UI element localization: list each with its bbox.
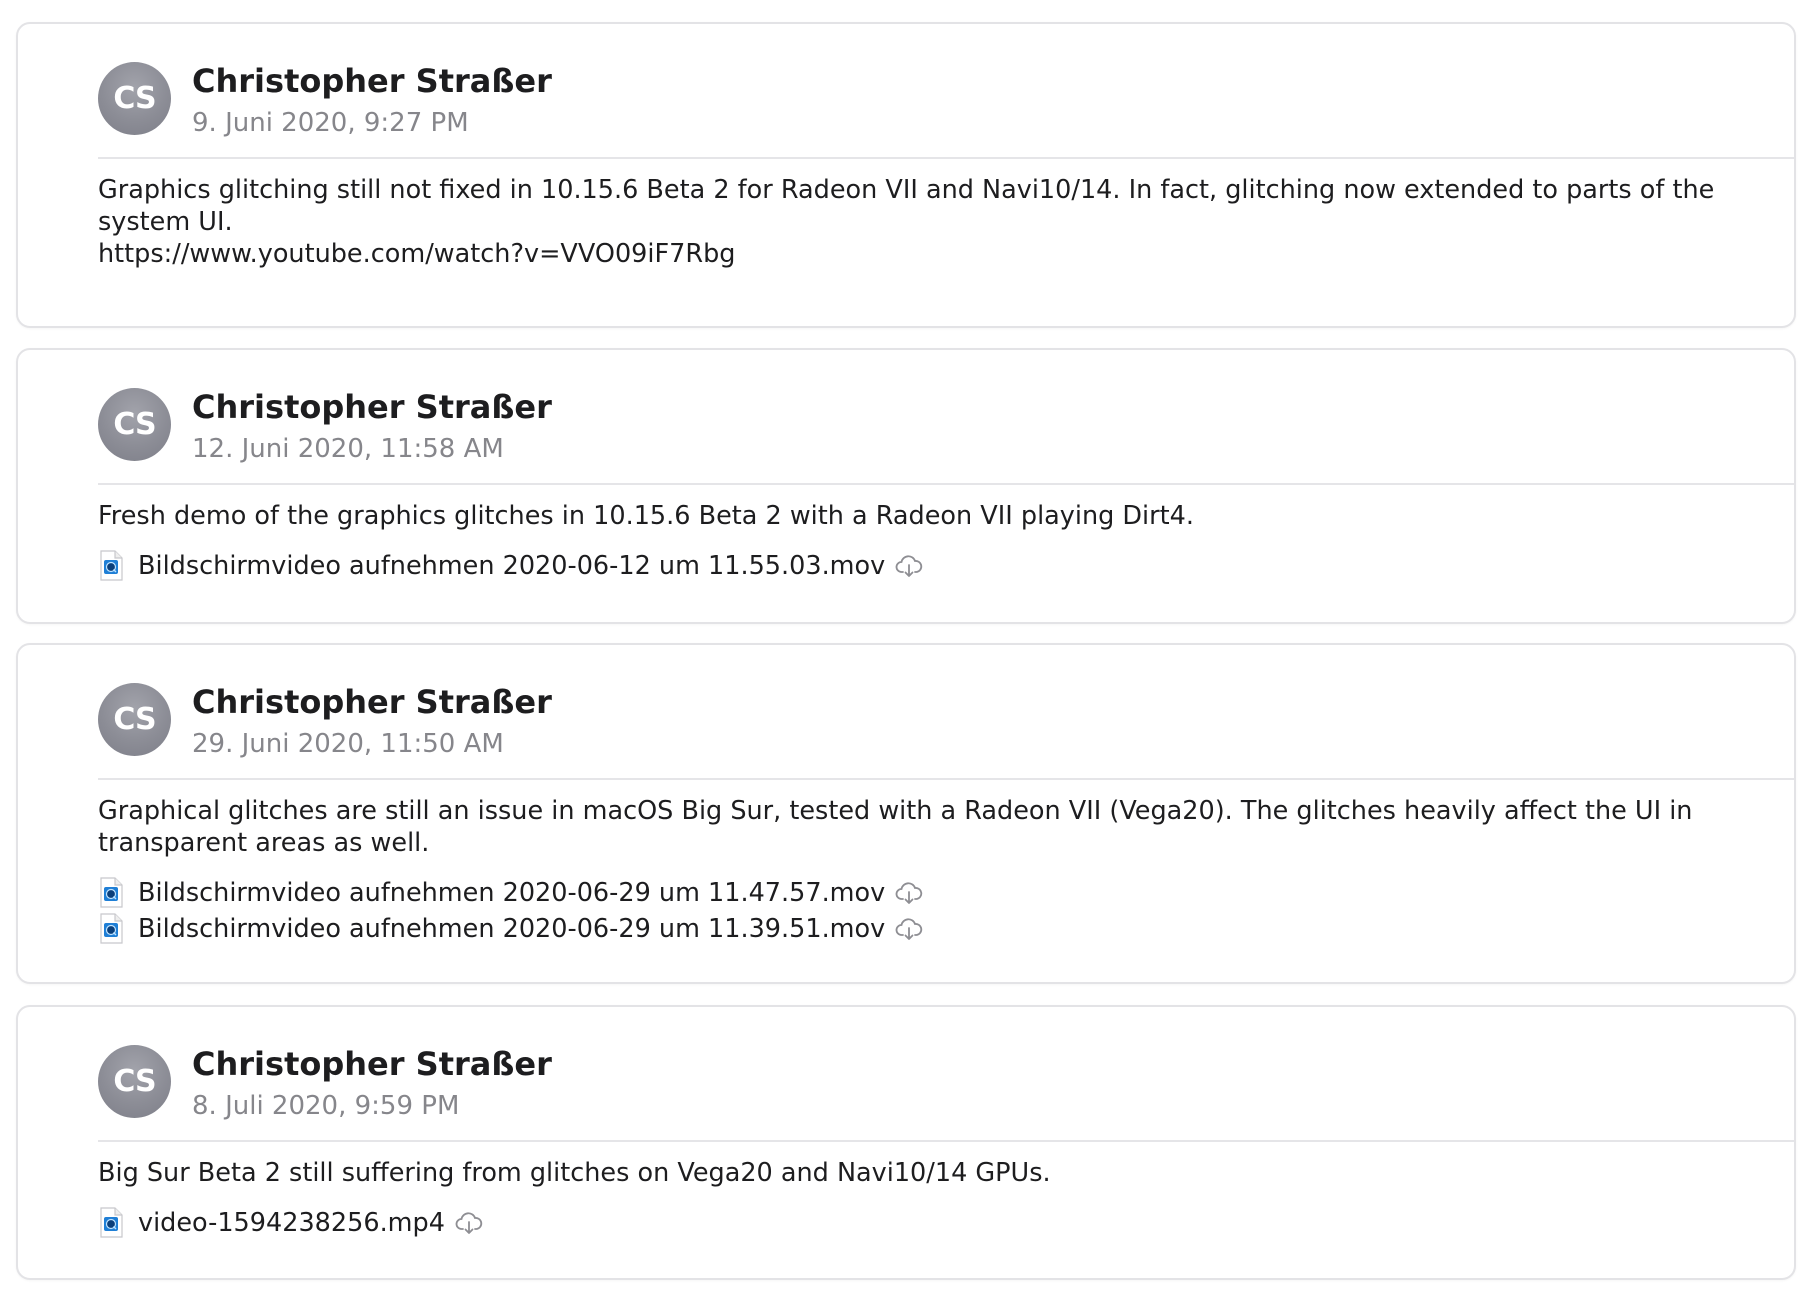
attachment-list: Bildschirmvideo aufnehmen 2020-06-29 um … bbox=[98, 875, 923, 947]
post-body: Fresh demo of the graphics glitches in 1… bbox=[98, 500, 1628, 532]
attachment-name[interactable]: Bildschirmvideo aufnehmen 2020-06-29 um … bbox=[138, 878, 885, 908]
attachment-list: Bildschirmvideo aufnehmen 2020-06-12 um … bbox=[98, 548, 923, 584]
post-header: CS Christopher Straßer 12. Juni 2020, 11… bbox=[98, 388, 1794, 488]
cloud-download-icon[interactable] bbox=[895, 915, 923, 943]
post-card: CS Christopher Straßer 9. Juni 2020, 9:2… bbox=[16, 22, 1796, 328]
cloud-download-icon[interactable] bbox=[895, 552, 923, 580]
attachment-list: video-1594238256.mp4 bbox=[98, 1205, 483, 1241]
header-divider bbox=[98, 778, 1794, 780]
post-header: CS Christopher Straßer 8. Juli 2020, 9:5… bbox=[98, 1045, 1794, 1145]
author-name: Christopher Straßer bbox=[192, 1045, 552, 1083]
author-name: Christopher Straßer bbox=[192, 388, 552, 426]
header-divider bbox=[98, 1140, 1794, 1142]
post-date: 12. Juni 2020, 11:58 AM bbox=[192, 434, 504, 464]
quicktime-file-icon bbox=[100, 550, 123, 581]
header-divider bbox=[98, 483, 1794, 485]
body-line: Big Sur Beta 2 still suffering from glit… bbox=[98, 1158, 1051, 1188]
attachment-name[interactable]: Bildschirmvideo aufnehmen 2020-06-12 um … bbox=[138, 551, 885, 581]
body-line: Graphics glitching still not fixed in 10… bbox=[98, 175, 1715, 205]
author-name: Christopher Straßer bbox=[192, 62, 552, 100]
post-body: Big Sur Beta 2 still suffering from glit… bbox=[98, 1157, 1628, 1189]
quicktime-file-icon bbox=[100, 877, 123, 908]
header-divider bbox=[98, 157, 1794, 159]
quicktime-file-icon bbox=[100, 913, 123, 944]
quicktime-file-icon bbox=[100, 1207, 123, 1238]
body-line: Graphical glitches are still an issue in… bbox=[98, 796, 1693, 826]
post-date: 9. Juni 2020, 9:27 PM bbox=[192, 108, 469, 138]
post-card: CS Christopher Straßer 12. Juni 2020, 11… bbox=[16, 348, 1796, 624]
avatar: CS bbox=[98, 388, 171, 461]
attachment-item[interactable]: Bildschirmvideo aufnehmen 2020-06-12 um … bbox=[98, 548, 923, 584]
avatar: CS bbox=[98, 1045, 171, 1118]
post-card: CS Christopher Straßer 29. Juni 2020, 11… bbox=[16, 643, 1796, 984]
avatar: CS bbox=[98, 683, 171, 756]
author-name: Christopher Straßer bbox=[192, 683, 552, 721]
attachment-item[interactable]: video-1594238256.mp4 bbox=[98, 1205, 483, 1241]
attachment-item[interactable]: Bildschirmvideo aufnehmen 2020-06-29 um … bbox=[98, 911, 923, 947]
attachment-name[interactable]: video-1594238256.mp4 bbox=[138, 1208, 445, 1238]
post-body: Graphical glitches are still an issue in… bbox=[98, 795, 1693, 859]
body-line: transparent areas as well. bbox=[98, 828, 430, 858]
body-link[interactable]: https://www.youtube.com/watch?v=VVO09iF7… bbox=[98, 238, 1628, 270]
post-card: CS Christopher Straßer 8. Juli 2020, 9:5… bbox=[16, 1005, 1796, 1280]
cloud-download-icon[interactable] bbox=[455, 1209, 483, 1237]
post-date: 29. Juni 2020, 11:50 AM bbox=[192, 729, 504, 759]
post-header: CS Christopher Straßer 9. Juni 2020, 9:2… bbox=[98, 62, 1794, 162]
body-line: Fresh demo of the graphics glitches in 1… bbox=[98, 501, 1194, 531]
avatar: CS bbox=[98, 62, 171, 135]
attachment-item[interactable]: Bildschirmvideo aufnehmen 2020-06-29 um … bbox=[98, 875, 923, 911]
cloud-download-icon[interactable] bbox=[895, 879, 923, 907]
attachment-name[interactable]: Bildschirmvideo aufnehmen 2020-06-29 um … bbox=[138, 914, 885, 944]
post-header: CS Christopher Straßer 29. Juni 2020, 11… bbox=[98, 683, 1794, 783]
body-line: system UI. bbox=[98, 207, 233, 237]
post-date: 8. Juli 2020, 9:59 PM bbox=[192, 1091, 460, 1121]
post-body: Graphics glitching still not fixed in 10… bbox=[98, 174, 1715, 270]
